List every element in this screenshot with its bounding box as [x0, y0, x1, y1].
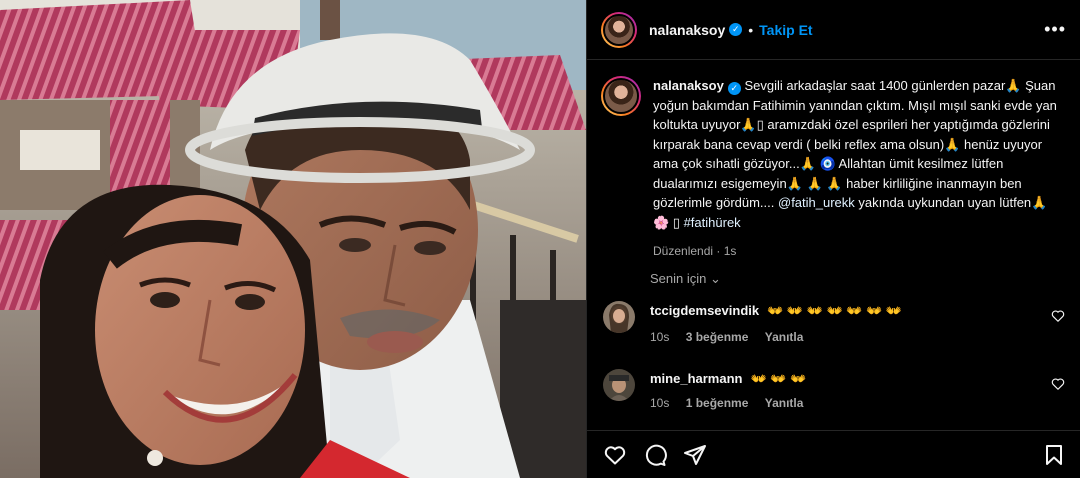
for-you-filter[interactable]: Senin için ⌄	[650, 271, 721, 287]
comment-content: tccigdemsevindik 👐 👐 👐 👐 👐 👐 👐	[650, 303, 902, 319]
heart-icon[interactable]	[603, 443, 627, 467]
selfie-photo	[0, 0, 586, 478]
comment-time: 10s	[650, 396, 670, 410]
separator-dot: •	[748, 21, 754, 38]
caption-text-1: Sevgili arkadaşlar saat 1400 günlerden p…	[653, 78, 1057, 210]
author-avatar[interactable]	[601, 11, 637, 48]
comment-username[interactable]: mine_harmann	[650, 371, 742, 386]
comment-time: 10s	[650, 330, 670, 344]
reply-button[interactable]: Yanıtla	[765, 396, 804, 410]
comment-meta: 10s 3 beğenme Yanıtla	[650, 330, 816, 344]
chevron-down-icon: ⌄	[710, 271, 721, 286]
follow-button[interactable]: Takip Et	[759, 22, 812, 38]
post-photo[interactable]	[0, 0, 586, 478]
caption-body: nalanaksoy ✓ Sevgili arkadaşlar saat 1400…	[653, 76, 1065, 262]
verified-badge-icon: ✓	[729, 23, 743, 36]
comment-likes[interactable]: 3 beğenme	[686, 330, 749, 344]
caption-mention-link[interactable]: @fatih_urekk	[778, 195, 855, 210]
post-header: nalanaksoy ✓ • Takip Et •••	[587, 0, 1080, 60]
comment-text: 👐 👐 👐	[750, 371, 807, 386]
reply-button[interactable]: Yanıtla	[765, 330, 804, 344]
comment-text: 👐 👐 👐 👐 👐 👐 👐	[767, 303, 903, 318]
comment-likes[interactable]: 1 beğenme	[686, 396, 749, 410]
paper-plane-icon[interactable]	[683, 443, 707, 467]
caption-avatar[interactable]	[601, 76, 641, 116]
action-bar	[587, 430, 1080, 478]
for-you-label: Senin için	[650, 271, 707, 286]
commenter-avatar[interactable]	[603, 369, 635, 401]
comment-username[interactable]: tccigdemsevindik	[650, 303, 759, 318]
post-side-panel: nalanaksoy ✓ • Takip Et ••• nalanaksoy ✓ …	[586, 0, 1080, 478]
caption-username[interactable]: nalanaksoy	[653, 78, 724, 93]
caption-verified-icon: ✓	[727, 82, 741, 95]
edited-timestamp: Düzenlendi · 1s	[653, 244, 737, 258]
comment-heart-icon[interactable]	[1051, 377, 1065, 391]
comment-bubble-icon[interactable]	[643, 443, 667, 467]
comment-heart-icon[interactable]	[1051, 309, 1065, 323]
post-modal: nalanaksoy ✓ • Takip Et ••• nalanaksoy ✓ …	[0, 0, 1080, 478]
more-dots-icon[interactable]: •••	[1044, 19, 1066, 40]
bookmark-icon[interactable]	[1042, 443, 1066, 467]
comment-content: mine_harmann 👐 👐 👐	[650, 371, 806, 387]
comment-meta: 10s 1 beğenme Yanıtla	[650, 396, 816, 410]
post-caption: nalanaksoy ✓ Sevgili arkadaşlar saat 1400…	[601, 76, 1067, 262]
author-username[interactable]: nalanaksoy	[649, 22, 725, 38]
caption-hashtag-link[interactable]: #fatihürek	[684, 215, 741, 230]
commenter-avatar[interactable]	[603, 301, 635, 333]
